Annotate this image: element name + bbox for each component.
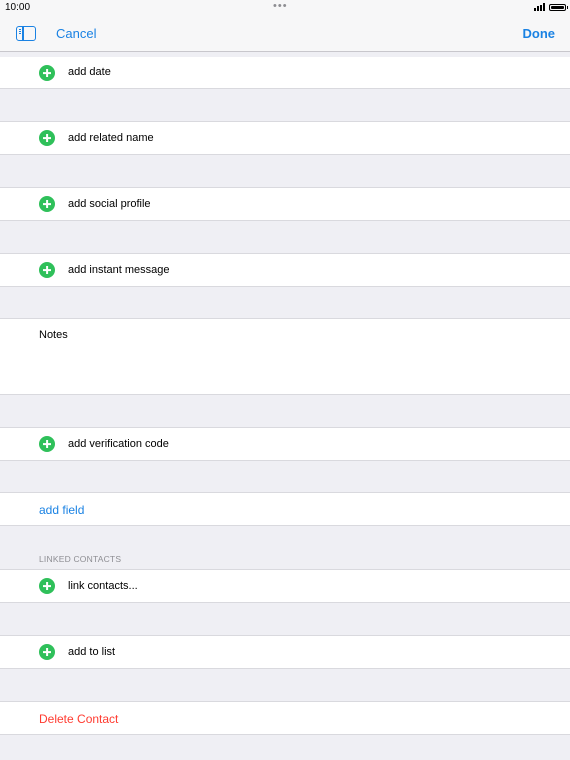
navigation-bar: Cancel Done xyxy=(0,16,570,52)
signal-icon xyxy=(534,3,545,11)
plus-circle-icon[interactable] xyxy=(39,578,55,594)
plus-circle-icon[interactable] xyxy=(39,436,55,452)
status-indicators xyxy=(534,3,568,11)
add-to-list-row[interactable]: add to list xyxy=(0,635,570,669)
plus-circle-icon[interactable] xyxy=(39,262,55,278)
plus-circle-icon[interactable] xyxy=(39,130,55,146)
delete-contact-button[interactable]: Delete Contact xyxy=(39,712,118,726)
add-social-profile-label: add social profile xyxy=(68,198,151,210)
add-verification-code-row[interactable]: add verification code xyxy=(0,427,570,461)
sidebar-icon[interactable] xyxy=(16,26,36,41)
add-date-row[interactable]: add date xyxy=(0,57,570,89)
delete-contact-row[interactable]: Delete Contact xyxy=(0,701,570,735)
done-button[interactable]: Done xyxy=(523,26,556,41)
add-field-button[interactable]: add field xyxy=(39,503,84,517)
battery-icon xyxy=(549,3,568,11)
add-field-row[interactable]: add field xyxy=(0,492,570,526)
add-instant-message-label: add instant message xyxy=(68,264,170,276)
multitasking-dots: ••• xyxy=(273,0,288,12)
linked-contacts-header: LINKED CONTACTS xyxy=(39,554,122,564)
plus-circle-icon[interactable] xyxy=(39,644,55,660)
link-contacts-row[interactable]: link contacts... xyxy=(0,569,570,603)
add-related-name-row[interactable]: add related name xyxy=(0,121,570,155)
plus-circle-icon[interactable] xyxy=(39,65,55,81)
add-date-label: add date xyxy=(68,66,111,78)
add-instant-message-row[interactable]: add instant message xyxy=(0,253,570,287)
link-contacts-label: link contacts... xyxy=(68,580,138,592)
add-related-name-label: add related name xyxy=(68,132,154,144)
add-verification-code-label: add verification code xyxy=(68,438,169,450)
status-time: 10:00 xyxy=(5,2,31,13)
cancel-button[interactable]: Cancel xyxy=(56,26,96,41)
add-to-list-label: add to list xyxy=(68,646,116,658)
plus-circle-icon[interactable] xyxy=(39,196,55,212)
notes-field[interactable]: Notes xyxy=(0,318,570,395)
status-bar: 10:00 ••• xyxy=(0,0,570,16)
notes-label: Notes xyxy=(39,329,68,341)
add-social-profile-row[interactable]: add social profile xyxy=(0,187,570,221)
